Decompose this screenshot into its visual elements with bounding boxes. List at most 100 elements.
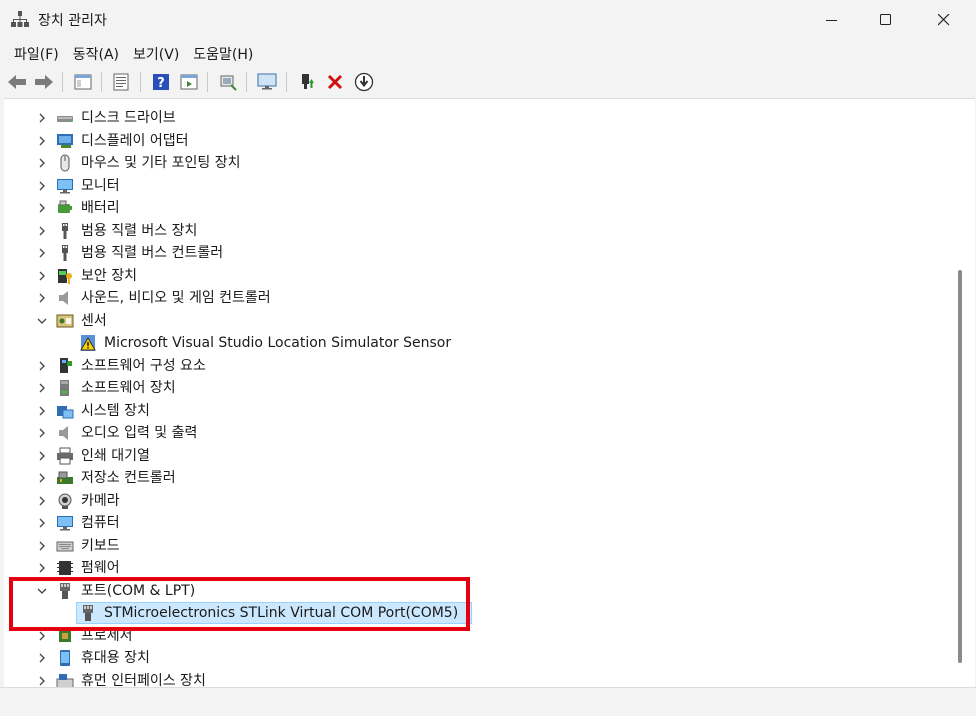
- chevron-right-icon[interactable]: [36, 562, 48, 574]
- device-manager-app-icon: [11, 10, 29, 28]
- view-devices-button[interactable]: [256, 71, 278, 93]
- device-item[interactable]: Microsoft Visual Studio Location Simulat…: [4, 332, 944, 354]
- device-category[interactable]: 디스크 드라이브: [4, 107, 944, 129]
- device-category[interactable]: 범용 직렬 버스 장치: [4, 220, 944, 242]
- tree-item-label: 키보드: [81, 537, 120, 554]
- device-category[interactable]: 사운드, 비디오 및 게임 컨트롤러: [4, 287, 944, 309]
- device-category[interactable]: 휴대용 장치: [4, 647, 944, 669]
- tree-item-label: 저장소 컨트롤러: [81, 470, 176, 486]
- toolbar-separator: [246, 72, 247, 92]
- device-category[interactable]: 소프트웨어 구성 요소: [4, 355, 944, 377]
- properties-button[interactable]: [110, 71, 132, 93]
- menu-file[interactable]: 파일(F): [7, 40, 66, 66]
- device-category[interactable]: 휴먼 인터페이스 장치: [4, 670, 944, 689]
- close-icon: [938, 14, 950, 26]
- tree-item-label: 컴퓨터: [81, 515, 120, 531]
- chevron-right-icon[interactable]: [36, 225, 48, 237]
- chevron-right-icon[interactable]: [36, 180, 48, 192]
- device-category[interactable]: 시스템 장치: [4, 400, 944, 422]
- device-category[interactable]: 소프트웨어 장치: [4, 377, 944, 399]
- chevron-right-icon[interactable]: [36, 405, 48, 417]
- chevron-right-icon[interactable]: [36, 630, 48, 642]
- tree-item-label: 사운드, 비디오 및 게임 컨트롤러: [81, 290, 271, 306]
- update-driver-button[interactable]: [296, 71, 318, 93]
- help-button[interactable]: ?: [150, 71, 172, 93]
- tree-item-label: 보안 장치: [81, 267, 137, 284]
- console-tree-icon: [74, 74, 92, 90]
- scrollbar-thumb[interactable]: [958, 270, 962, 663]
- maximize-icon: [880, 14, 891, 25]
- device-category[interactable]: 인쇄 대기열: [4, 445, 944, 467]
- computer-icon: [56, 514, 74, 532]
- tree-item-label: 휴먼 인터페이스 장치: [81, 672, 206, 689]
- chevron-right-icon[interactable]: [36, 517, 48, 529]
- maximize-button[interactable]: [860, 0, 912, 40]
- menu-help[interactable]: 도움말(H): [186, 40, 260, 66]
- back-button[interactable]: [6, 71, 28, 93]
- chevron-right-icon[interactable]: [36, 450, 48, 462]
- device-category[interactable]: 모니터: [4, 175, 944, 197]
- device-category[interactable]: 배터리: [4, 197, 944, 219]
- monitor-icon: [56, 177, 74, 195]
- chevron-right-icon[interactable]: [36, 360, 48, 372]
- printer-icon: [56, 447, 74, 465]
- status-bar: [0, 687, 976, 716]
- tree-item-label: 소프트웨어 구성 요소: [81, 357, 206, 374]
- chevron-right-icon[interactable]: [36, 202, 48, 214]
- toolbar-separator: [140, 72, 141, 92]
- menu-action[interactable]: 동작(A): [66, 40, 126, 66]
- down-arrow-circle-icon: [354, 72, 374, 92]
- tree-item-label: 배터리: [81, 200, 120, 216]
- show-hide-console-tree-button[interactable]: [72, 71, 94, 93]
- storage-controller-icon: [56, 469, 74, 487]
- vertical-scrollbar[interactable]: [953, 98, 971, 687]
- device-category[interactable]: 디스플레이 어댑터: [4, 130, 944, 152]
- chevron-right-icon[interactable]: [36, 495, 48, 507]
- show-action-pane-button[interactable]: [178, 71, 200, 93]
- chevron-right-icon[interactable]: [36, 427, 48, 439]
- chevron-right-icon[interactable]: [36, 382, 48, 394]
- firmware-icon: [56, 559, 74, 577]
- delete-x-icon: [327, 74, 343, 90]
- device-category[interactable]: 펌웨어: [4, 557, 944, 579]
- device-category[interactable]: 범용 직렬 버스 컨트롤러: [4, 242, 944, 264]
- chevron-right-icon[interactable]: [36, 472, 48, 484]
- minimize-button[interactable]: [806, 0, 858, 40]
- warning-sensor-icon: [79, 334, 97, 352]
- close-button[interactable]: [918, 0, 970, 40]
- menu-view[interactable]: 보기(V): [126, 40, 186, 66]
- toolbar-separator: [101, 72, 102, 92]
- display-adapter-icon: [56, 132, 74, 150]
- monitor-view-icon: [257, 73, 277, 90]
- device-category[interactable]: 키보드: [4, 535, 944, 557]
- chevron-right-icon[interactable]: [36, 247, 48, 259]
- scan-hardware-changes-button[interactable]: [217, 71, 239, 93]
- device-category[interactable]: 센서: [4, 310, 944, 332]
- disable-device-button[interactable]: [353, 71, 375, 93]
- device-category[interactable]: 오디오 입력 및 출력: [4, 422, 944, 444]
- chevron-down-icon[interactable]: [36, 315, 48, 327]
- chevron-right-icon[interactable]: [36, 652, 48, 664]
- window-title: 장치 관리자: [38, 13, 107, 29]
- chevron-right-icon[interactable]: [36, 135, 48, 147]
- uninstall-device-button[interactable]: [324, 71, 346, 93]
- mouse-icon: [56, 154, 74, 172]
- device-category[interactable]: 컴퓨터: [4, 512, 944, 534]
- toolbar-separator: [207, 72, 208, 92]
- chevron-right-icon[interactable]: [36, 270, 48, 282]
- forward-button[interactable]: [33, 71, 55, 93]
- minimize-icon: [826, 20, 837, 21]
- device-category[interactable]: 카메라: [4, 490, 944, 512]
- chevron-right-icon[interactable]: [36, 112, 48, 124]
- chevron-right-icon[interactable]: [36, 540, 48, 552]
- chevron-right-icon[interactable]: [36, 157, 48, 169]
- chevron-right-icon[interactable]: [36, 292, 48, 304]
- menu-bar: 파일(F) 동작(A) 보기(V) 도움말(H): [0, 40, 976, 66]
- tree-item-label: 인쇄 대기열: [81, 447, 150, 464]
- tree-item-label: 범용 직렬 버스 장치: [81, 222, 198, 239]
- device-category[interactable]: 마우스 및 기타 포인팅 장치: [4, 152, 944, 174]
- device-category[interactable]: 보안 장치: [4, 265, 944, 287]
- device-category[interactable]: 저장소 컨트롤러: [4, 467, 944, 489]
- title-bar: 장치 관리자: [0, 0, 976, 40]
- chevron-right-icon[interactable]: [36, 675, 48, 687]
